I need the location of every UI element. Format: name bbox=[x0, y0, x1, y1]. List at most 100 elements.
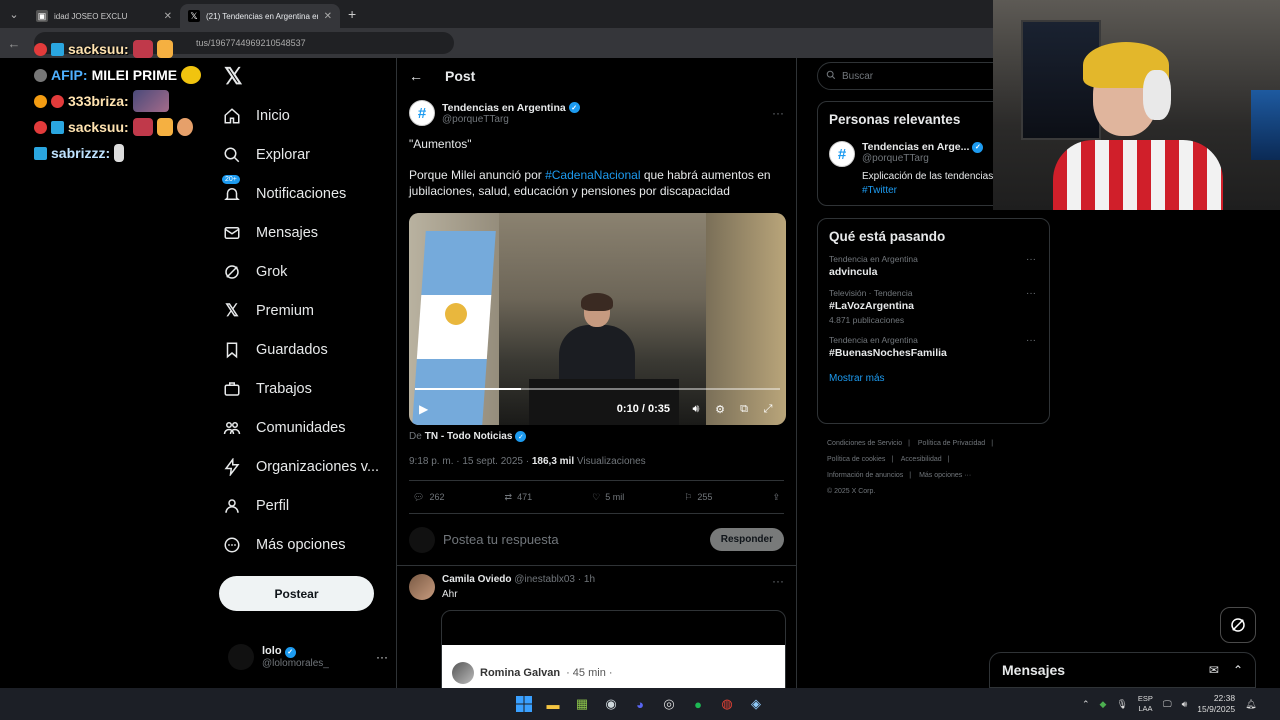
chevron-up-icon[interactable]: ⌃ bbox=[1082, 699, 1090, 710]
obs-icon[interactable]: ◎ bbox=[657, 692, 681, 716]
footer-link[interactable]: Política de cookies bbox=[827, 456, 885, 463]
volume-icon[interactable]: 🔊︎ bbox=[1182, 699, 1188, 710]
close-tab-icon[interactable]: ✕ bbox=[164, 11, 172, 22]
nav-item-premium[interactable]: 𝕏 Premium bbox=[222, 291, 379, 330]
fullscreen-icon[interactable]: ⤢ bbox=[760, 401, 776, 417]
new-tab-button[interactable]: + bbox=[340, 6, 364, 22]
microphone-icon[interactable]: 🎙︎ bbox=[1116, 699, 1127, 710]
footer-link[interactable]: Política de Privacidad bbox=[918, 440, 985, 447]
more-options-icon[interactable]: ··· bbox=[376, 650, 388, 664]
primary-nav: Inicio Explorar 20+ Notificaciones Mensa… bbox=[222, 96, 379, 564]
reply-button[interactable]: Responder bbox=[709, 528, 784, 551]
trend-more-icon[interactable]: ··· bbox=[1026, 288, 1036, 299]
nav-item-mensajes[interactable]: Mensajes bbox=[222, 213, 379, 252]
share-action[interactable]: ⇪ bbox=[772, 492, 780, 503]
network-icon[interactable]: 🖵︎ bbox=[1163, 699, 1172, 710]
argentina-flag bbox=[412, 231, 496, 425]
author-avatar[interactable]: # bbox=[409, 100, 435, 126]
browser-tab-active[interactable]: 𝕏 (21) Tendencias en Argentina en X ✕ bbox=[180, 4, 340, 28]
trend-more-icon[interactable]: ··· bbox=[1026, 335, 1036, 346]
chat-username: sacksuu: bbox=[68, 119, 129, 135]
notifications-icon[interactable]: 🔔︎ bbox=[1245, 699, 1256, 710]
footer-link[interactable]: Información de anuncios bbox=[827, 472, 903, 479]
tweet-more-icon[interactable]: ··· bbox=[772, 106, 784, 120]
nav-item-guardados[interactable]: Guardados bbox=[222, 330, 379, 369]
windows-start-icon[interactable] bbox=[512, 692, 536, 716]
source-link[interactable]: TN - Todo Noticias bbox=[425, 431, 513, 442]
footer-link[interactable]: Más opciones ··· bbox=[919, 472, 971, 479]
footer-link[interactable]: Condiciones de Servicio bbox=[827, 440, 902, 447]
steam-icon[interactable]: ◉ bbox=[599, 692, 623, 716]
messages-drawer[interactable]: Mensajes ✉ ⌃ bbox=[989, 652, 1256, 688]
like-action[interactable]: ♡ 5 mil bbox=[592, 492, 624, 503]
repost-action[interactable]: ⇄ 471 bbox=[505, 492, 533, 503]
footer-link[interactable]: Accesibilidad bbox=[901, 456, 942, 463]
nav-item-organizaciones[interactable]: Organizaciones v... bbox=[222, 447, 379, 486]
settings-gear-icon[interactable]: ⚙ bbox=[712, 401, 728, 417]
expand-drawer-icon[interactable]: ⌃ bbox=[1233, 663, 1243, 677]
language-indicator[interactable]: ESP LAA bbox=[1138, 694, 1153, 714]
trend-count: 4.871 publicaciones bbox=[829, 315, 905, 325]
nav-item-inicio[interactable]: Inicio bbox=[222, 96, 379, 135]
nav-item-mas-opciones[interactable]: Más opciones bbox=[222, 525, 379, 564]
tweet-more-icon[interactable]: ··· bbox=[772, 574, 784, 600]
bookmark-icon: ⚐ bbox=[684, 491, 693, 502]
spotify-icon[interactable]: ● bbox=[686, 692, 710, 716]
clock[interactable]: 22:38 15/9/2025 bbox=[1197, 693, 1235, 715]
bookmark-action[interactable]: ⚐ 255 bbox=[684, 492, 712, 503]
hashtag-link[interactable]: #CadenaNacional bbox=[545, 168, 640, 182]
chrome-icon[interactable]: ◍ bbox=[715, 692, 739, 716]
picture-in-picture-icon[interactable]: ⧉ bbox=[736, 401, 752, 417]
steam-icon[interactable]: ◈ bbox=[744, 692, 768, 716]
nav-item-trabajos[interactable]: Trabajos bbox=[222, 369, 379, 408]
nav-item-grok[interactable]: Grok bbox=[222, 252, 379, 291]
avatar bbox=[452, 662, 474, 684]
person-name: Tendencias en Arge... ✓ bbox=[862, 141, 993, 153]
trend-context: Tendencia en Argentina bbox=[829, 335, 918, 345]
back-arrow-icon[interactable]: ← bbox=[409, 68, 423, 84]
x-logo-icon[interactable]: 𝕏 bbox=[224, 64, 248, 88]
tray-app-icon[interactable]: ◆ bbox=[1100, 699, 1107, 710]
trend-more-icon[interactable]: ··· bbox=[1026, 254, 1036, 265]
nav-label: Más opciones bbox=[256, 536, 346, 553]
chat-badge-icon bbox=[51, 94, 64, 108]
browser-back-icon[interactable]: ← bbox=[0, 36, 28, 51]
reply-tweet[interactable]: Camila Oviedo @inestablx03 · 1h Ahr ··· bbox=[397, 566, 796, 608]
avatar[interactable]: # bbox=[829, 141, 855, 167]
tab-search-button[interactable]: ⌄ bbox=[0, 0, 28, 28]
reply-action[interactable]: 💬︎ 262 bbox=[413, 492, 444, 503]
trend-item[interactable]: Tendencia en Argentina #BuenasNochesFami… bbox=[829, 335, 1038, 359]
browser-tab[interactable]: ▣ idad JOSEO EXCLU ✕ bbox=[28, 4, 180, 28]
nav-item-notificaciones[interactable]: 20+ Notificaciones bbox=[222, 174, 379, 213]
webcam-shirt bbox=[1053, 140, 1223, 210]
nav-item-explorar[interactable]: Explorar bbox=[222, 135, 379, 174]
card-title: Qué está pasando bbox=[829, 229, 946, 244]
hashtag-link[interactable]: #Twitter bbox=[862, 185, 897, 196]
nav-item-comunidades[interactable]: Comunidades bbox=[222, 408, 379, 447]
video-player[interactable]: ▶ 0:10 / 0:35 🔊︎ ⚙ ⧉ ⤢ bbox=[409, 213, 786, 425]
person-handle: @porqueTTarg bbox=[862, 153, 929, 164]
author-name[interactable]: Tendencias en Argentina ✓ bbox=[442, 102, 580, 114]
video-progress-bar[interactable] bbox=[415, 388, 780, 390]
play-icon[interactable]: ▶ bbox=[419, 402, 428, 416]
close-tab-icon[interactable]: ✕ bbox=[324, 11, 332, 22]
trend-item[interactable]: Televisión · Tendencia #LaVozArgentina 4… bbox=[829, 288, 1038, 325]
avatar[interactable] bbox=[409, 574, 435, 600]
account-switcher[interactable]: lolo ✓ @lolomorales_ ··· bbox=[228, 644, 388, 670]
nav-item-perfil[interactable]: Perfil bbox=[222, 486, 379, 525]
volume-icon[interactable]: 🔊︎ bbox=[688, 401, 704, 417]
file-explorer-icon[interactable]: ▬ bbox=[541, 692, 565, 716]
new-message-icon[interactable]: ✉ bbox=[1209, 663, 1219, 677]
discord-icon[interactable]: ◕ bbox=[628, 692, 652, 716]
tweet-timestamp[interactable]: 9:18 p. m. · 15 sept. 2025 · bbox=[409, 456, 529, 467]
tweet-text: "Aumentos" Porque Milei anunció por #Cad… bbox=[409, 136, 784, 199]
chat-badge-icon bbox=[51, 42, 64, 56]
show-more-link[interactable]: Mostrar más bbox=[829, 373, 1038, 384]
quoted-media[interactable]: Romina Galvan · 45 min · bbox=[441, 610, 786, 688]
tweet-line-1: "Aumentos" bbox=[409, 137, 472, 151]
trend-item[interactable]: Tendencia en Argentina advincula ··· bbox=[829, 254, 1038, 278]
grok-floating-button[interactable] bbox=[1220, 607, 1256, 643]
app-icon[interactable]: ▦ bbox=[570, 692, 594, 716]
reply-input[interactable]: Postea tu respuesta bbox=[443, 532, 559, 547]
post-button[interactable]: Postear bbox=[219, 576, 374, 611]
